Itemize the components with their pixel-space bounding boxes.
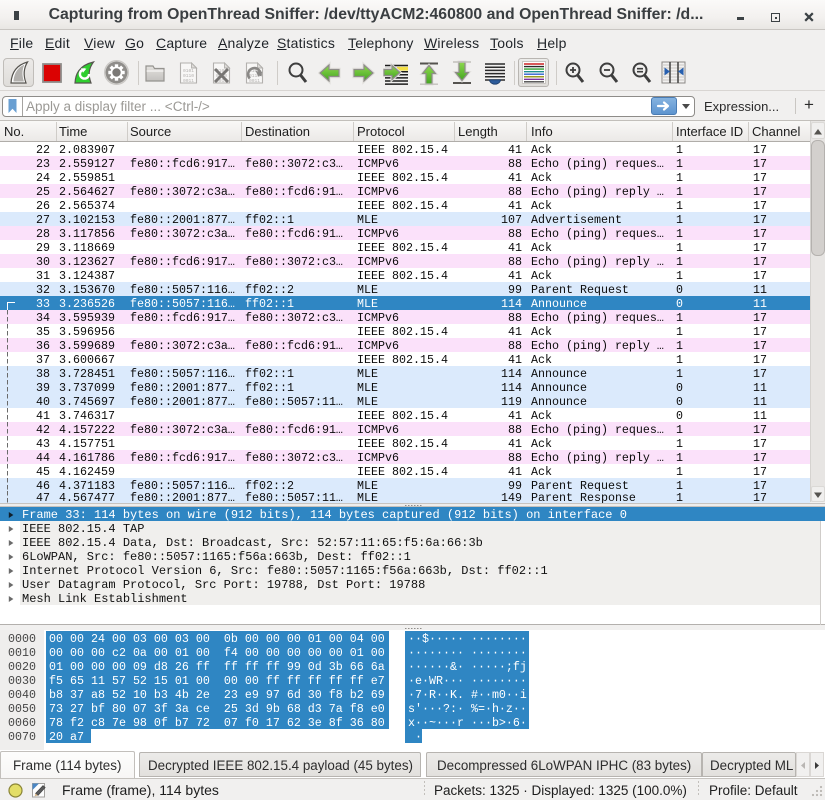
svg-text:0011: 0011 — [249, 78, 260, 84]
svg-text:0011: 0011 — [183, 78, 194, 84]
